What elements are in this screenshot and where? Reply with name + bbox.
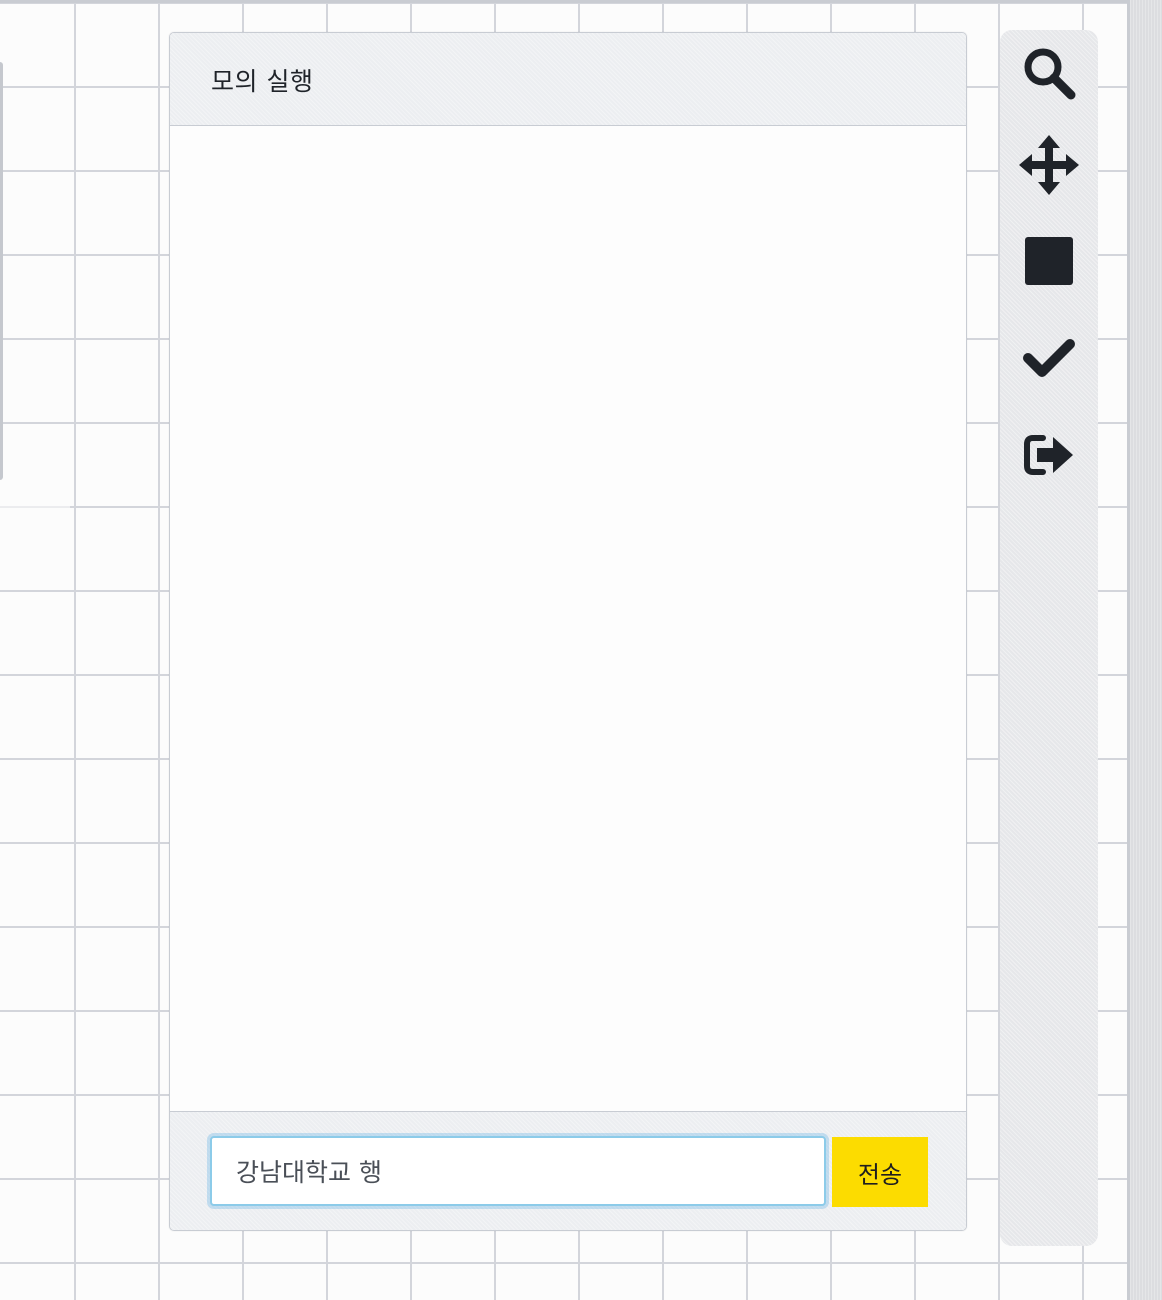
stop-icon (1025, 237, 1073, 285)
simulation-panel-header: 모의 실행 (170, 33, 966, 126)
left-panel-shadow (0, 480, 70, 570)
canvas-outer-area (1130, 0, 1162, 1300)
move-icon (1019, 135, 1079, 195)
chat-message-area[interactable] (170, 126, 966, 1111)
sign-out-icon (1024, 435, 1073, 475)
exit-button[interactable] (1019, 425, 1079, 485)
simulation-panel: 모의 실행 전송 (169, 32, 967, 1231)
search-button[interactable] (1019, 43, 1079, 103)
simulation-title: 모의 실행 (211, 67, 314, 96)
right-toolbar (1000, 30, 1098, 1246)
left-panel-edge (0, 62, 3, 480)
stop-button[interactable] (1019, 231, 1079, 291)
simulation-panel-footer: 전송 (170, 1111, 966, 1230)
send-button[interactable]: 전송 (832, 1137, 928, 1207)
search-icon (1024, 48, 1076, 100)
check-button[interactable] (1019, 328, 1079, 388)
message-input[interactable] (210, 1136, 826, 1206)
move-button[interactable] (1019, 135, 1079, 195)
check-icon (1023, 339, 1075, 377)
canvas-border-top (0, 0, 1130, 3)
